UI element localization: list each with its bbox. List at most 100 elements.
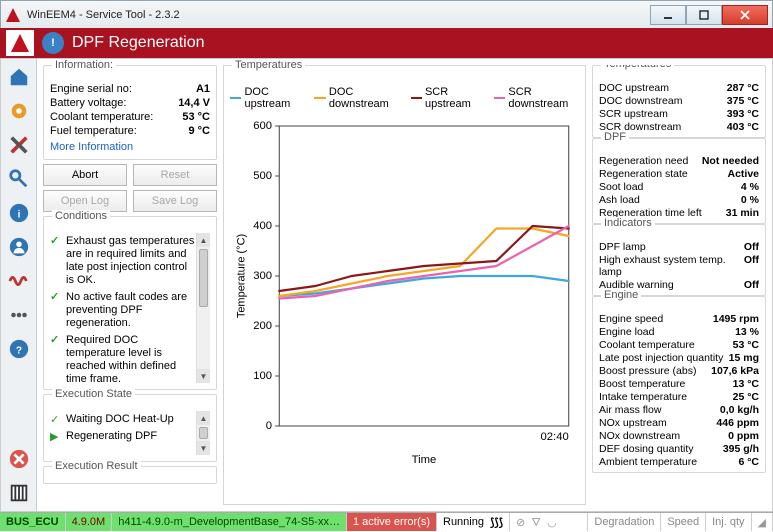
- legend-label: SCR upstream: [425, 86, 484, 110]
- sidebar-item-tools[interactable]: [5, 131, 33, 159]
- scroll-up-icon[interactable]: ▲: [197, 411, 210, 425]
- svg-text:0: 0: [266, 420, 272, 432]
- scroll-down-icon[interactable]: ▼: [197, 441, 210, 455]
- status-base: h411-4.9.0-m_DevelopmentBase_74-S5-xx…: [112, 513, 347, 531]
- svg-text:200: 200: [253, 320, 272, 332]
- page-header: ! DPF Regeneration: [0, 28, 773, 58]
- readout-row: NOx downstream 0 ppm: [599, 429, 759, 442]
- readout-row: Air mass flow0,0 kg/h: [599, 403, 759, 416]
- status-resize-grip[interactable]: ◢: [752, 513, 773, 531]
- readout-key: DOC upstream: [599, 82, 669, 94]
- minimize-button[interactable]: [650, 5, 686, 25]
- readout-value: 395 g/h: [723, 443, 759, 455]
- readout-value: 107,6 kPa: [711, 365, 759, 377]
- exhaust-icon: ◡: [547, 516, 557, 529]
- readout-key: Intake temperature: [599, 391, 687, 403]
- sidebar-item-info[interactable]: i: [5, 199, 33, 227]
- exec-run-icon: ▶: [50, 430, 62, 443]
- page-title: DPF Regeneration: [72, 34, 205, 52]
- readout-value: 15 mg: [729, 352, 759, 364]
- check-icon: ✓: [50, 235, 62, 287]
- scroll-down-icon[interactable]: ▼: [197, 369, 210, 383]
- condition-item: ✓Required DOC temperature level is reach…: [50, 332, 196, 383]
- status-errors[interactable]: 1 active error(s): [347, 513, 437, 531]
- status-tab[interactable]: Speed: [661, 513, 706, 531]
- execution-state-legend: Execution State: [52, 388, 135, 400]
- readout-value: 287 °C: [727, 82, 759, 94]
- readout-key: Boost pressure (abs): [599, 365, 696, 377]
- conditions-panel: Conditions ✓Exhaust gas temperatures are…: [43, 216, 217, 390]
- condition-text: No active fault codes are preventing DPF…: [66, 291, 196, 330]
- more-information-link[interactable]: More Information: [50, 138, 210, 153]
- temperatures-legend: Temperatures: [601, 65, 674, 70]
- sidebar-item-person[interactable]: [5, 233, 33, 261]
- readout-key: Boost temperature: [599, 378, 685, 390]
- legend-swatch: [230, 97, 241, 99]
- sidebar-item-key[interactable]: [5, 165, 33, 193]
- readout-key: Coolant temperature: [599, 339, 695, 351]
- status-bus: BUS_ECU: [0, 513, 66, 531]
- readout-row: Coolant temperature53 °C: [599, 338, 759, 351]
- readout-row: Engine speed1495 rpm: [599, 312, 759, 325]
- sidebar-item-dots[interactable]: [5, 301, 33, 329]
- readout-key: NOx upstream: [599, 417, 667, 429]
- readout-row: Boost pressure (abs) 107,6 kPa: [599, 364, 759, 377]
- conditions-scrollbar[interactable]: ▲ ▼: [196, 233, 210, 383]
- readout-row: DPF lampOff: [599, 240, 759, 253]
- readout-value: 0 ppm: [728, 430, 759, 442]
- open-log-button[interactable]: Open Log: [43, 190, 127, 212]
- svg-text:300: 300: [253, 270, 272, 282]
- readout-row: Regeneration needNot needed: [599, 154, 759, 167]
- scroll-thumb[interactable]: [199, 249, 208, 307]
- readout-row: Intake temperature 25 °C: [599, 390, 759, 403]
- close-button[interactable]: [722, 5, 768, 25]
- exec-text: Waiting DOC Heat-Up: [66, 413, 174, 426]
- sidebar-item-code[interactable]: [5, 479, 33, 507]
- readout-value: 446 ppm: [716, 417, 759, 429]
- maximize-button[interactable]: [686, 5, 722, 25]
- sidebar-item-settings[interactable]: [5, 97, 33, 125]
- chart-legend-title: Temperatures: [232, 59, 305, 71]
- readout-row: High exhaust system temp. lampOff: [599, 253, 759, 278]
- info-key: Engine serial no:: [50, 83, 132, 95]
- status-tab[interactable]: Degradation: [588, 513, 661, 531]
- temperature-chart: 0100200300400500600Temperature (°C)Time0…: [230, 116, 579, 471]
- readout-value: 25 °C: [733, 391, 759, 403]
- readout-row: NOx upstream 446 ppm: [599, 416, 759, 429]
- abort-button[interactable]: Abort: [43, 164, 127, 186]
- sidebar-item-wave[interactable]: [5, 267, 33, 295]
- condition-text: Exhaust gas temperatures are in required…: [66, 235, 196, 287]
- status-bar: BUS_ECU 4.9.0M h411-4.9.0-m_DevelopmentB…: [0, 512, 773, 531]
- scroll-thumb[interactable]: [199, 427, 208, 439]
- exec-item: ▶Regenerating DPF: [50, 428, 196, 445]
- dpf-legend: DPF: [601, 131, 629, 143]
- save-log-button[interactable]: Save Log: [133, 190, 217, 212]
- temperatures-chart-panel: Temperatures DOC upstreamDOC downstreamS…: [223, 65, 586, 505]
- readout-key: DEF dosing quantity: [599, 443, 694, 455]
- legend-swatch: [314, 97, 325, 99]
- readout-key: Ash load: [599, 194, 640, 206]
- sidebar-item-home[interactable]: [5, 63, 33, 91]
- status-tab[interactable]: Inj. qty: [706, 513, 751, 531]
- svg-text:400: 400: [253, 220, 272, 232]
- information-legend: Information:: [52, 59, 116, 71]
- readout-value: Off: [744, 241, 759, 253]
- readout-value: Off: [744, 279, 759, 291]
- readout-key: NOx downstream: [599, 430, 680, 442]
- readout-row: DEF dosing quantity 395 g/h: [599, 442, 759, 455]
- sidebar-item-help[interactable]: ?: [5, 335, 33, 363]
- readout-value: 13 °C: [733, 378, 759, 390]
- info-value: 53 °C: [182, 111, 210, 123]
- readout-row: Late post injection quantity15 mg: [599, 351, 759, 364]
- svg-text:100: 100: [253, 370, 272, 382]
- exec-item: ✓Waiting DOC Heat-Up: [50, 411, 196, 428]
- temperatures-panel: TemperaturesDOC upstream287 °CDOC downst…: [592, 65, 766, 138]
- readout-value: 0 %: [741, 194, 759, 206]
- engine-icon: ⊘: [516, 516, 525, 529]
- readout-value: Active: [727, 168, 759, 180]
- app-icon: [5, 7, 21, 23]
- reset-button[interactable]: Reset: [133, 164, 217, 186]
- execstate-scrollbar[interactable]: ▲ ▼: [196, 411, 210, 455]
- sidebar-item-close[interactable]: [5, 445, 33, 473]
- scroll-up-icon[interactable]: ▲: [197, 233, 210, 247]
